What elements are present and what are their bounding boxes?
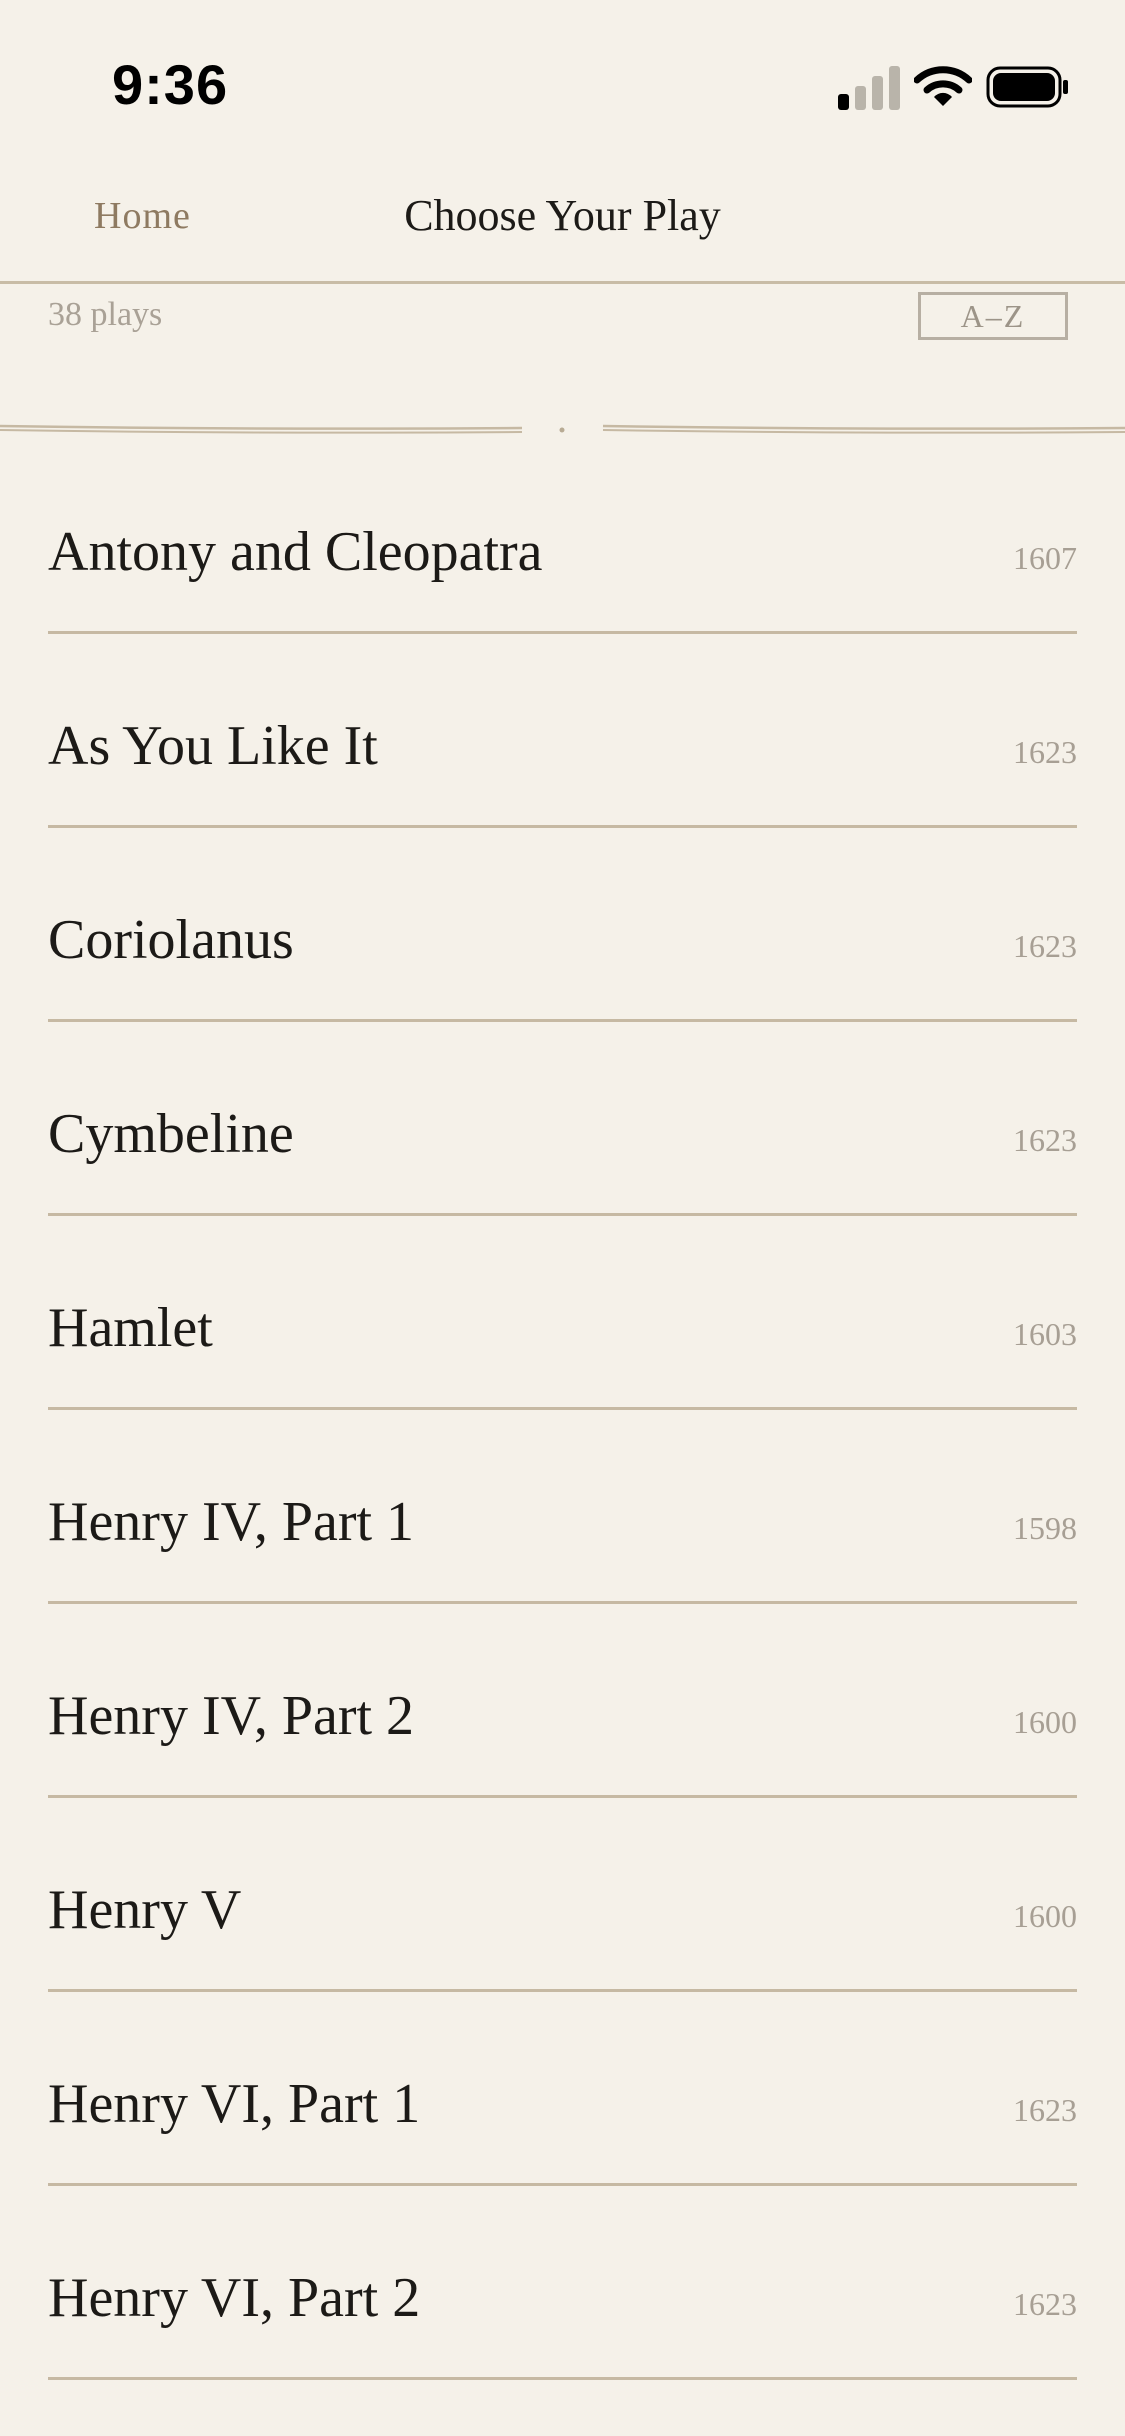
play-list-item[interactable]: Henry IV, Part 1 1598 — [0, 1410, 1125, 1604]
nav-divider — [0, 281, 1125, 284]
play-list-item[interactable]: Henry IV, Part 2 1600 — [0, 1604, 1125, 1798]
status-time: 9:36 — [112, 53, 229, 116]
play-title: Henry VI, Part 1 — [48, 2073, 421, 2135]
play-title: Henry VI, Part 2 — [48, 2267, 421, 2329]
play-year: 1607 — [1013, 540, 1077, 576]
play-list-item[interactable]: As You Like It 1623 — [0, 634, 1125, 828]
page-title: Choose Your Play — [404, 191, 721, 240]
play-list: Antony and Cleopatra 1607 As You Like It 16… — [0, 440, 1125, 2380]
play-list-item[interactable]: Henry V 1600 — [0, 1798, 1125, 1992]
row-divider — [48, 2377, 1077, 2380]
play-year: 1603 — [1013, 1316, 1077, 1352]
play-list-item[interactable]: Cymbeline 1623 — [0, 1022, 1125, 1216]
sort-toggle-button[interactable]: A–Z — [918, 292, 1068, 340]
play-title: Henry V — [48, 1879, 242, 1941]
battery-icon — [986, 66, 1068, 108]
play-list-item[interactable]: Antony and Cleopatra 1607 — [0, 440, 1125, 634]
play-year: 1623 — [1013, 928, 1077, 964]
cellular-signal-icon — [838, 66, 900, 110]
play-title: Henry IV, Part 2 — [48, 1685, 415, 1747]
wifi-icon — [914, 66, 972, 106]
play-year: 1600 — [1013, 1898, 1077, 1934]
status-bar: 9:36 — [0, 0, 1125, 150]
play-year: 1623 — [1013, 1122, 1077, 1158]
play-title: Henry IV, Part 1 — [48, 1491, 415, 1553]
play-title: Coriolanus — [48, 909, 294, 971]
play-title: Hamlet — [48, 1297, 213, 1359]
play-list-item[interactable]: Henry VI, Part 1 1623 — [0, 1992, 1125, 2186]
play-title: Antony and Cleopatra — [48, 521, 543, 583]
play-title: Cymbeline — [48, 1103, 294, 1165]
play-count: 38 plays — [48, 296, 163, 333]
ornamental-divider — [0, 424, 1125, 434]
play-year: 1623 — [1013, 2286, 1077, 2322]
play-list-item[interactable]: Hamlet 1603 — [0, 1216, 1125, 1410]
play-year: 1623 — [1013, 734, 1077, 770]
play-year: 1623 — [1013, 2092, 1077, 2128]
play-year: 1600 — [1013, 1704, 1077, 1740]
navigation-bar: Home Choose Your Play — [0, 150, 1125, 282]
play-list-item[interactable]: Henry VI, Part 2 1623 — [0, 2186, 1125, 2380]
play-year: 1598 — [1013, 1510, 1077, 1546]
play-list-item[interactable]: Coriolanus 1623 — [0, 828, 1125, 1022]
play-title: As You Like It — [48, 715, 378, 777]
